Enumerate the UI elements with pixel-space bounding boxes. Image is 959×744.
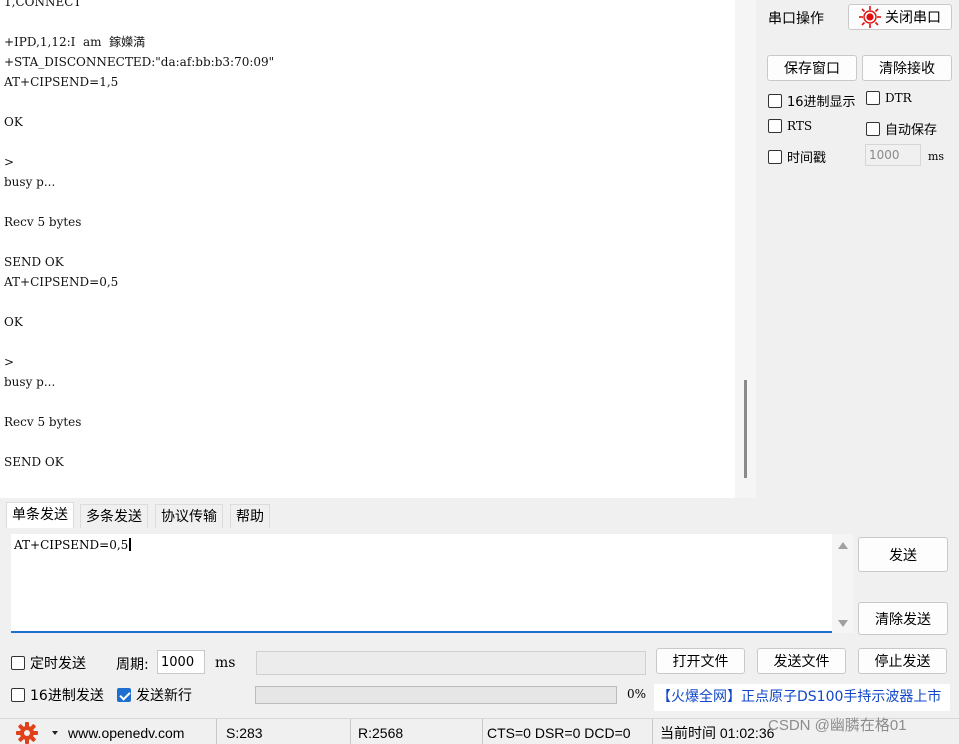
period-input[interactable]: 1000: [157, 650, 205, 674]
send-newline-checkbox[interactable]: 发送新行: [117, 685, 192, 705]
watermark: CSDN @幽膦在格01: [768, 717, 907, 734]
hex-display-box[interactable]: [768, 93, 782, 108]
tab-multi-send[interactable]: 多条发送: [80, 504, 148, 528]
receive-line: busy p...: [4, 175, 56, 189]
hex-send-box[interactable]: [11, 688, 25, 702]
receive-area[interactable]: 1,CONNECT +IPD,1,12:I am 鎵嬫満 +STA_DISCONN…: [0, 0, 756, 498]
hex-display-label: 16进制显示: [787, 95, 856, 110]
send-scrollbar[interactable]: [832, 534, 853, 633]
auto-save-label: 自动保存: [885, 123, 938, 138]
hex-send-checkbox[interactable]: 16进制发送: [11, 685, 104, 705]
receive-text: 1,CONNECT +IPD,1,12:I am 鎵嬫満 +STA_DISCONN…: [4, 0, 274, 472]
receive-scrollbar[interactable]: [735, 0, 756, 498]
send-progress-bar: [255, 686, 617, 704]
receive-line: >: [4, 355, 15, 369]
timestamp-checkbox[interactable]: 时间戳: [768, 147, 826, 166]
stop-send-button[interactable]: 停止发送: [858, 648, 947, 674]
timestamp-label: 时间戳: [787, 151, 827, 166]
rts-checkbox[interactable]: RTS: [768, 119, 812, 133]
receive-line: OK: [4, 315, 23, 329]
receive-line: busy p...: [4, 375, 56, 389]
send-file-button[interactable]: 发送文件: [757, 648, 846, 674]
dtr-label: DTR: [885, 91, 912, 105]
receive-line: [4, 332, 274, 352]
scroll-up-icon[interactable]: [838, 542, 848, 549]
period-unit: ms: [215, 655, 236, 671]
hex-send-label: 16进制发送: [30, 688, 104, 704]
open-file-button[interactable]: 打开文件: [656, 648, 745, 674]
rts-box[interactable]: [768, 119, 782, 133]
port-operation-label: 串口操作: [768, 11, 824, 27]
receive-line: [4, 392, 274, 412]
status-sent-count: S:283: [222, 719, 351, 744]
receive-line: SEND OK: [4, 455, 64, 469]
gear-icon[interactable]: [16, 722, 38, 744]
send-input[interactable]: AT+CIPSEND=0,5: [11, 534, 853, 633]
send-button[interactable]: 发送: [858, 537, 948, 572]
send-newline-box[interactable]: [117, 688, 131, 702]
promo-link[interactable]: 【火爆全网】正点原子DS100手持示波器上市: [654, 684, 950, 711]
close-port-button[interactable]: 关闭串口: [848, 4, 952, 30]
auto-save-box[interactable]: [866, 121, 880, 136]
receive-line: 1,CONNECT: [4, 0, 82, 9]
record-icon: [859, 6, 881, 28]
receive-line: AT+CIPSEND=1,5: [4, 75, 119, 89]
send-text: AT+CIPSEND=0,5: [14, 538, 129, 552]
status-signals: CTS=0 DSR=0 DCD=0: [483, 719, 653, 744]
receive-line: >: [4, 155, 15, 169]
send-tabs: 单条发送 多条发送 协议传输 帮助: [0, 501, 959, 528]
auto-save-checkbox[interactable]: 自动保存: [866, 119, 937, 138]
period-label: 周期:: [116, 657, 149, 673]
right-panel: 串口操作 关闭串口 保存窗口 清除接收 16进制显示 DTR RTS 自动保存: [757, 0, 959, 498]
clear-receive-button[interactable]: 清除接收: [862, 55, 952, 81]
receive-line: +IPD,1,12:I am 鎵嬫満: [4, 35, 146, 49]
receive-line: [4, 12, 274, 32]
text-caret: [129, 538, 132, 551]
receive-line: [4, 292, 274, 312]
send-progress-percent: 0%: [627, 687, 647, 701]
receive-line: [4, 232, 274, 252]
clear-send-button[interactable]: 清除发送: [858, 602, 948, 635]
close-port-label: 关闭串口: [885, 10, 941, 26]
chevron-down-icon[interactable]: [52, 731, 58, 735]
send-text-wrap: AT+CIPSEND=0,5: [14, 538, 132, 552]
save-window-button[interactable]: 保存窗口: [767, 55, 857, 81]
receive-line: AT+CIPSEND=0,5: [4, 275, 119, 289]
timestamp-box[interactable]: [768, 149, 782, 164]
receive-line: +STA_DISCONNECTED:"da:af:bb:b3:70:09": [4, 55, 275, 69]
timestamp-input[interactable]: 1000: [865, 144, 921, 166]
send-newline-label: 发送新行: [136, 688, 192, 704]
receive-line: Recv 5 bytes: [4, 415, 82, 429]
tab-single-send[interactable]: 单条发送: [6, 502, 74, 528]
scroll-down-icon[interactable]: [838, 620, 848, 627]
timed-send-box[interactable]: [11, 656, 25, 670]
receive-line: OK: [4, 115, 23, 129]
status-received-count: R:2568: [354, 719, 483, 744]
tab-protocol[interactable]: 协议传输: [155, 504, 223, 528]
dtr-box[interactable]: [866, 91, 880, 105]
receive-scrollbar-thumb[interactable]: [744, 380, 747, 478]
dtr-checkbox[interactable]: DTR: [866, 91, 912, 105]
hex-display-checkbox[interactable]: 16进制显示: [768, 91, 856, 110]
tab-help[interactable]: 帮助: [230, 504, 270, 528]
receive-line: SEND OK: [4, 255, 64, 269]
receive-line: Recv 5 bytes: [4, 215, 82, 229]
status-url[interactable]: www.openedv.com: [64, 719, 217, 744]
timed-send-label: 定时发送: [30, 656, 86, 672]
receive-line: [4, 432, 274, 452]
receive-line: [4, 132, 274, 152]
receive-line: [4, 192, 274, 212]
rts-label: RTS: [787, 119, 813, 133]
timed-send-checkbox[interactable]: 定时发送: [11, 653, 86, 673]
timestamp-unit: ms: [928, 150, 945, 163]
send-file-path-field: [256, 651, 646, 675]
receive-line: [4, 92, 274, 112]
